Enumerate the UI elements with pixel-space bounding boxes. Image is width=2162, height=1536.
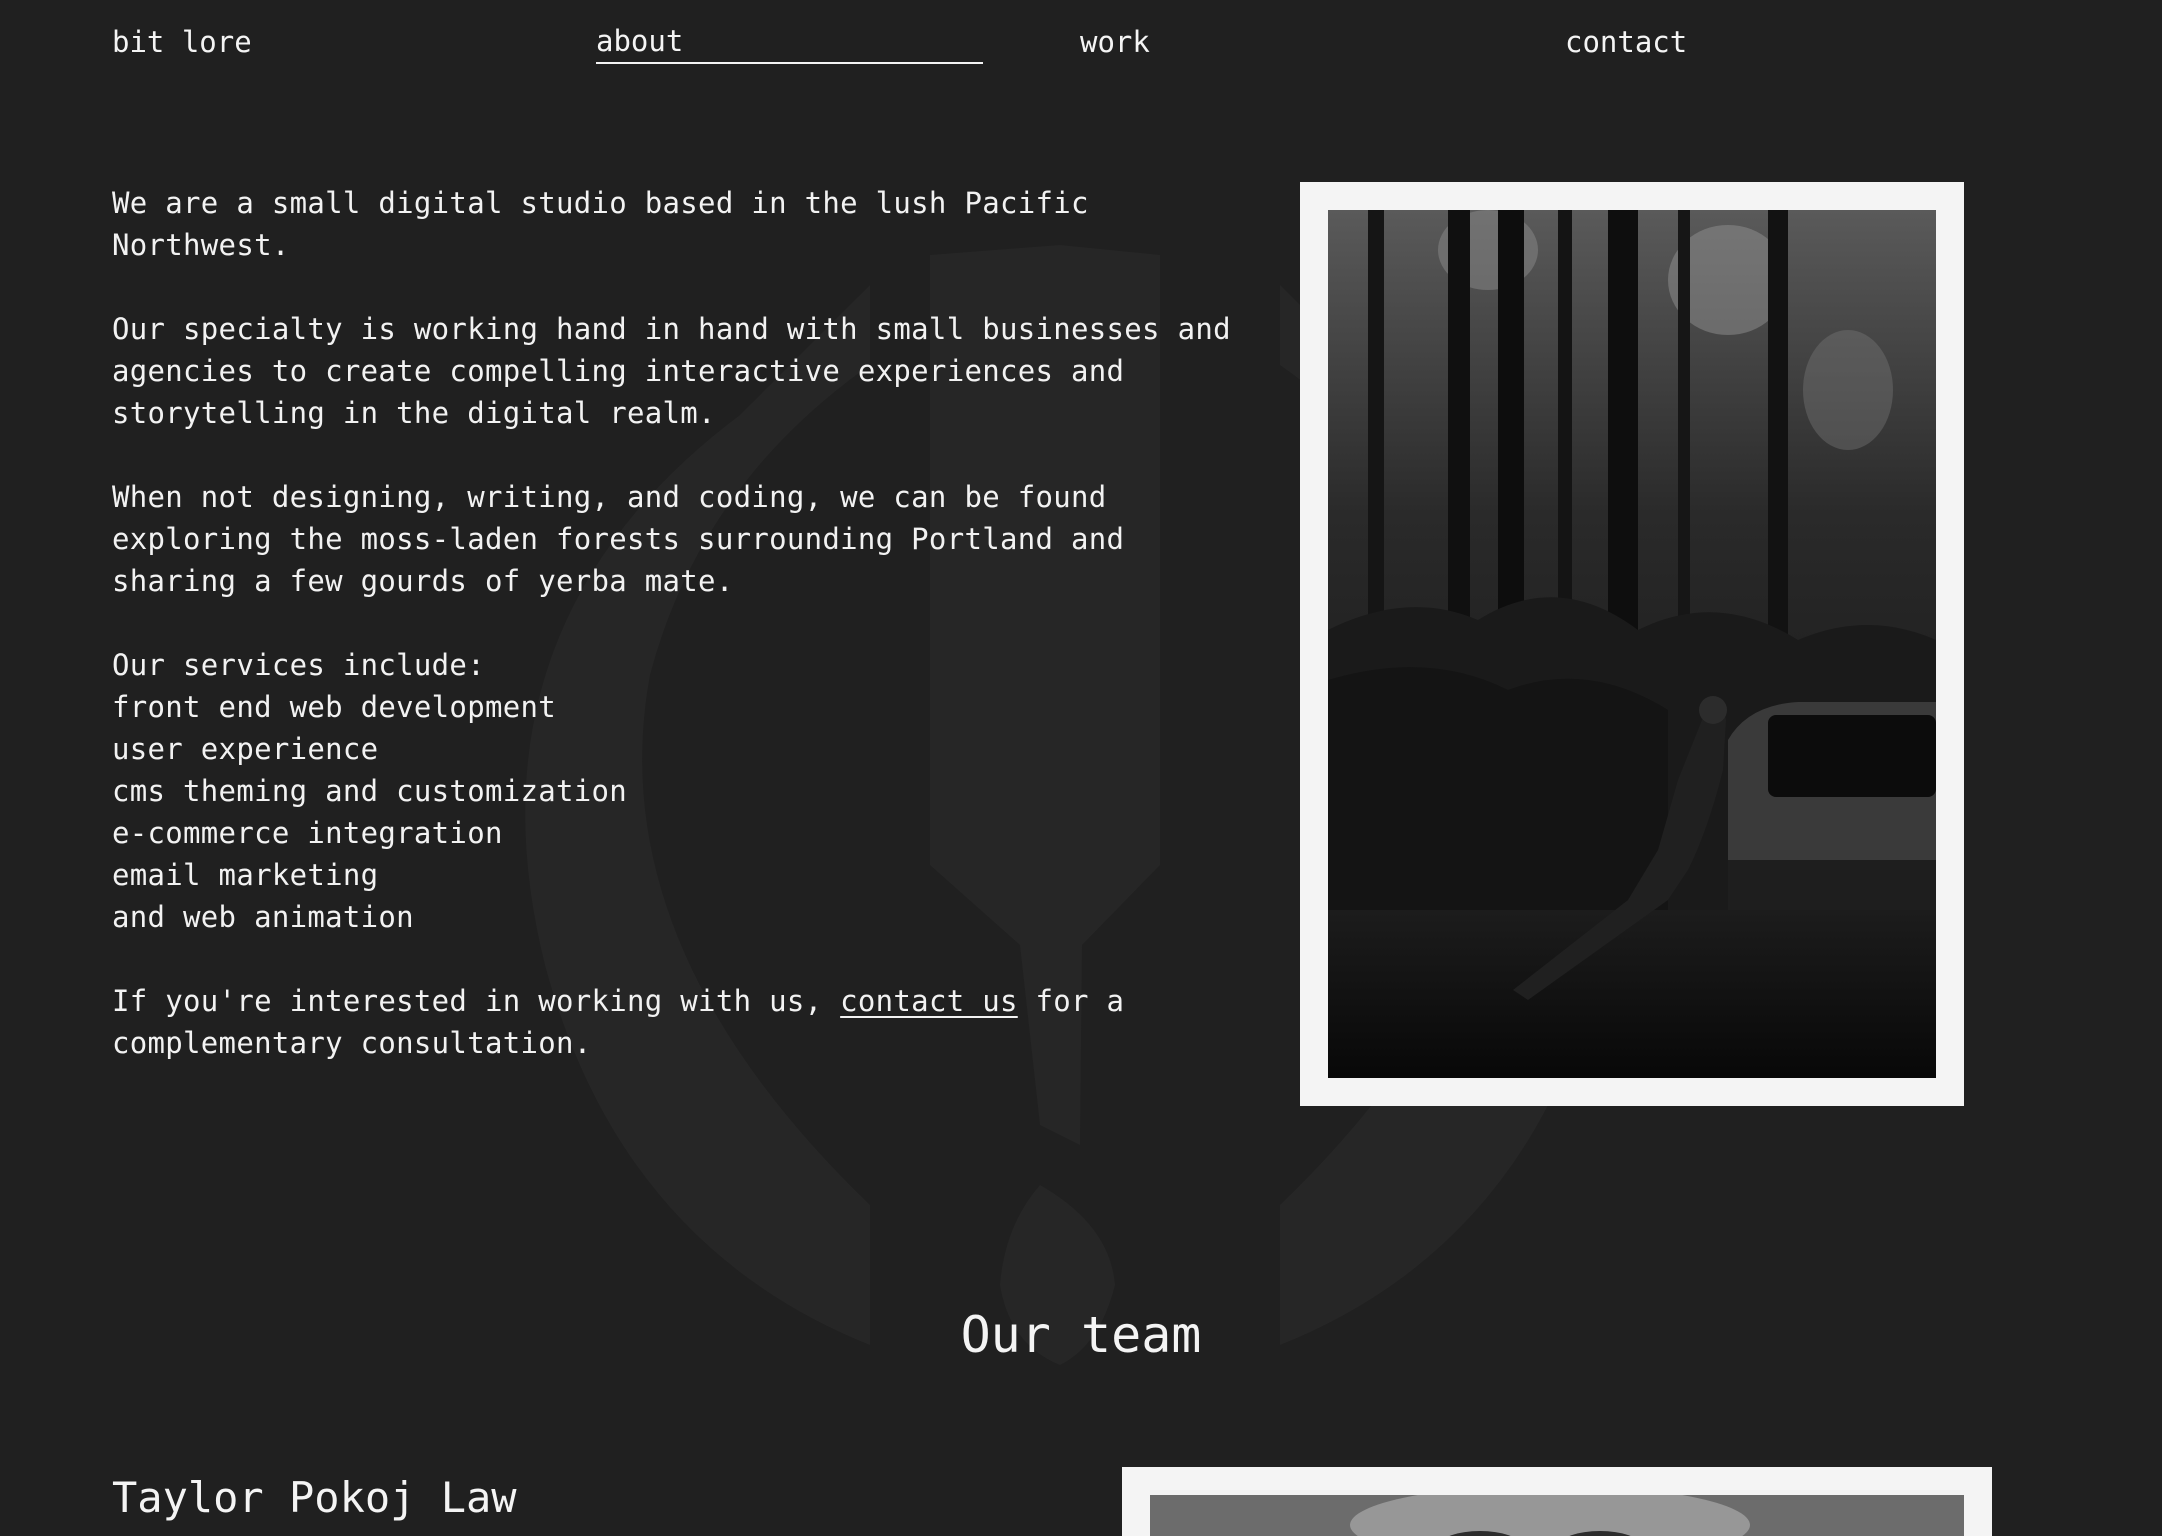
cta-text: If you're interested in working with us, <box>112 984 841 1018</box>
service-item: and web animation <box>112 900 414 934</box>
nav-contact[interactable]: contact <box>1565 20 1687 64</box>
forest-photo-image <box>1328 210 1936 1078</box>
contact-cta: If you're interested in working with us,… <box>112 980 1252 1064</box>
team-heading: Our team <box>960 1306 1202 1364</box>
team-member-photo-image <box>1150 1495 1964 1536</box>
about-intro: We are a small digital studio based in t… <box>112 182 1252 1106</box>
brand-link[interactable]: bit lore <box>112 20 252 64</box>
services-list: Our services include: front end web deve… <box>112 644 1252 938</box>
top-nav: bit lore about work contact <box>0 20 2162 64</box>
service-item: email marketing <box>112 858 379 892</box>
intro-paragraph: Our specialty is working hand in hand wi… <box>112 312 1231 430</box>
nav-work[interactable]: work <box>1080 20 1150 64</box>
team-member-name: Taylor Pokoj Law <box>112 1473 517 1522</box>
service-item: cms theming and customization <box>112 774 628 808</box>
studio-photo-frame <box>1300 182 1964 1106</box>
forest-photo <box>1328 210 1936 1078</box>
team-member-photo <box>1150 1495 1964 1536</box>
contact-us-link[interactable]: contact us <box>840 984 1018 1018</box>
service-item: user experience <box>112 732 379 766</box>
intro-paragraph: When not designing, writing, and coding,… <box>112 480 1125 598</box>
page: bit lore about work contact We are a sma… <box>0 0 2162 1536</box>
intro-paragraph: We are a small digital studio based in t… <box>112 186 1089 262</box>
service-item: e-commerce integration <box>112 816 503 850</box>
team-member-photo-frame <box>1122 1467 1992 1536</box>
service-item: front end web development <box>112 690 556 724</box>
services-heading: Our services include: <box>112 648 485 682</box>
nav-about[interactable]: about <box>596 20 983 64</box>
